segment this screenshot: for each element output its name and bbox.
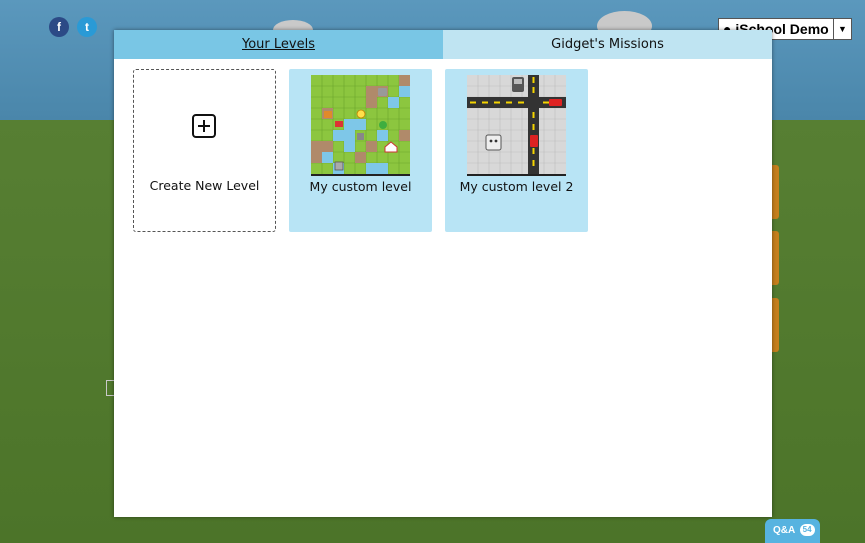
facebook-icon[interactable]: f bbox=[49, 17, 69, 37]
twitter-icon[interactable]: t bbox=[77, 17, 97, 37]
dialog-tabs: Your Levels Gidget's Missions bbox=[114, 30, 772, 59]
qa-button[interactable]: Q&A 54 bbox=[765, 519, 820, 543]
plus-square-icon bbox=[192, 114, 216, 138]
create-level-card[interactable]: Create New Level bbox=[133, 69, 276, 232]
tab-your-levels[interactable]: Your Levels bbox=[114, 30, 443, 59]
level-thumbnail bbox=[467, 75, 566, 176]
qa-label: Q&A bbox=[773, 525, 795, 536]
levels-dialog: Your Levels Gidget's Missions Create New… bbox=[114, 30, 772, 517]
level-thumbnail bbox=[311, 75, 410, 176]
qa-count-badge: 54 bbox=[799, 524, 815, 536]
level-card[interactable]: My custom level bbox=[289, 69, 432, 232]
tab-gidgets-missions[interactable]: Gidget's Missions bbox=[443, 30, 772, 59]
level-card[interactable]: My custom level 2 bbox=[445, 69, 588, 232]
chevron-down-icon[interactable]: ▼ bbox=[833, 19, 851, 39]
level-grid: Create New Level My custom level My cust… bbox=[133, 69, 588, 232]
level-label: My custom level bbox=[309, 179, 412, 194]
level-label: My custom level 2 bbox=[459, 179, 574, 194]
create-level-label: Create New Level bbox=[149, 178, 260, 193]
